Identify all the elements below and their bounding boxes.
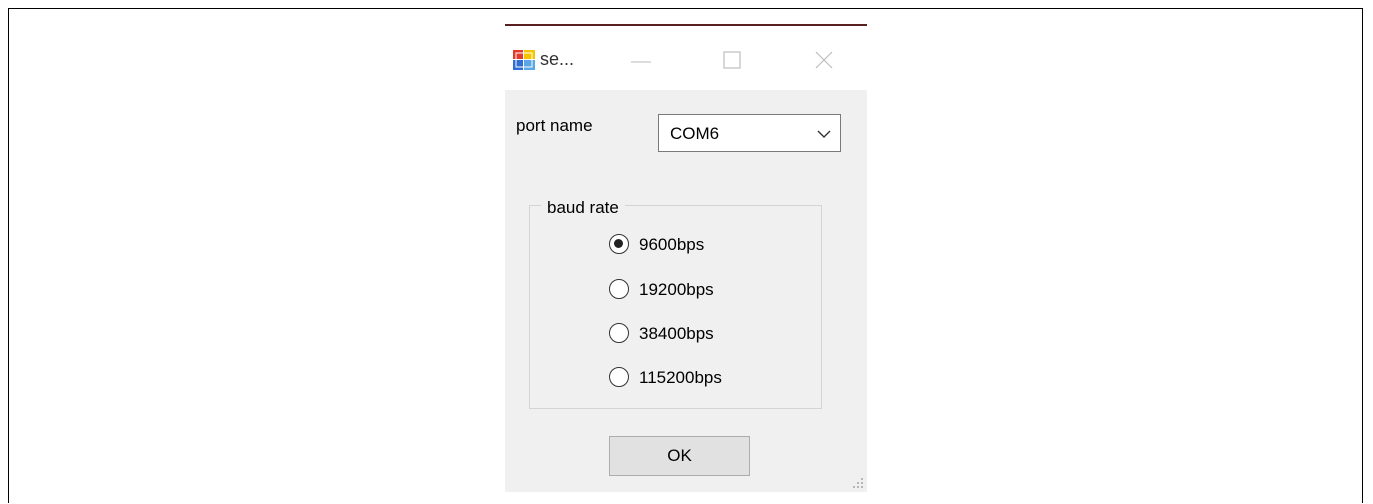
app-icon: [513, 50, 535, 70]
minimize-icon: [631, 61, 651, 63]
radio-selected-dot: [614, 239, 623, 248]
radio-label: 19200bps: [639, 280, 714, 299]
title-bar[interactable]: se...: [505, 26, 867, 90]
maximize-button[interactable]: [704, 40, 760, 80]
ok-button[interactable]: OK: [609, 436, 750, 476]
radio-button-icon: [609, 367, 629, 387]
resize-grip-icon[interactable]: [851, 476, 865, 490]
maximize-icon: [723, 51, 741, 69]
window-title: se...: [540, 49, 575, 69]
port-name-value: COM6: [670, 124, 720, 143]
serial-settings-dialog: se... port name COM6 baud rate 9600bps 1…: [505, 24, 867, 492]
radio-label: 38400bps: [639, 324, 714, 343]
radio-button-icon: [609, 323, 629, 343]
port-name-label: port name: [516, 116, 593, 135]
radio-label: 115200bps: [639, 368, 722, 387]
radio-button-icon: [609, 279, 629, 299]
close-button[interactable]: [796, 40, 852, 80]
close-icon: [815, 51, 833, 69]
radio-button-icon: [609, 234, 629, 254]
radio-label: 9600bps: [639, 235, 705, 254]
port-name-combobox[interactable]: COM6: [658, 114, 841, 152]
minimize-button[interactable]: [613, 40, 669, 80]
baud-rate-legend: baud rate: [541, 198, 625, 218]
chevron-down-icon: [817, 130, 831, 138]
